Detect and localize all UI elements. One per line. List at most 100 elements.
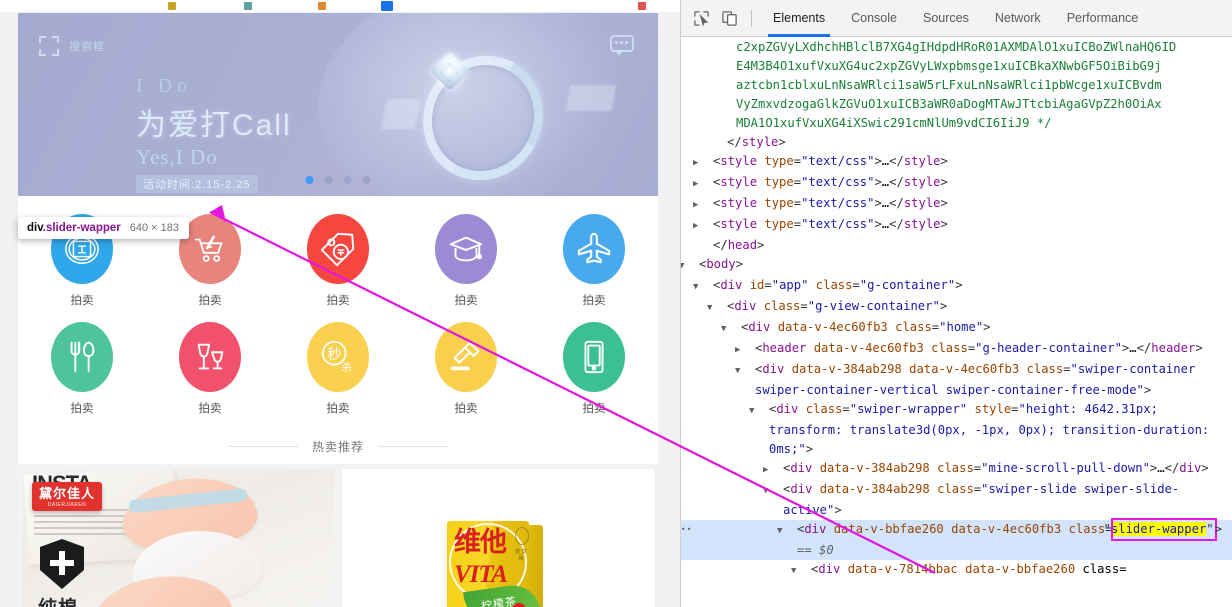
search-box[interactable]: 搜索框 [39,36,105,56]
graduation-cap-icon [435,214,497,284]
banner-title-bottom: Yes,I Do [136,145,218,169]
tab-network[interactable]: Network [982,0,1054,37]
toolbar-separator [751,9,752,27]
nav-item-auction[interactable]: 拍卖 [402,314,530,422]
bookmark-favicon[interactable] [638,2,646,10]
banner-slider[interactable]: 搜索框 I Do 为爱打Call Yes,I Do 活动时间:2.15-2.25 [18,13,658,196]
twisty-expanded-icon[interactable]: ▼ [749,402,769,421]
brand-badge-subtext: DAIERJIAREN [47,502,87,508]
banner-title-top: I Do [136,75,193,97]
twisty-collapsed-icon[interactable]: ▶ [693,217,713,236]
dom-node[interactable]: ▼ <div class="g-view-container"> [681,297,1232,318]
section-header-hot-sale: 热卖推荐 [18,428,658,464]
coupon-icon [307,214,369,284]
carousel-dot[interactable] [324,176,333,184]
dom-node[interactable]: ▼ <div data-v-384ab298 data-v-4ec60fb3 cl… [681,360,1232,400]
carousel-dot[interactable] [362,176,371,184]
svg-text:秒: 秒 [327,346,341,363]
bookmark-favicon[interactable] [244,2,252,10]
tab-console[interactable]: Console [838,0,910,37]
page-viewport: 搜索框 I Do 为爱打Call Yes,I Do 活动时间:2.15-2.25 [0,12,680,607]
devtools-toolbar: Elements Console Sources Network Perform… [681,0,1232,37]
dom-node[interactable]: </style> [681,133,1232,152]
product-brand-cn: 维他 [454,527,507,557]
bookmark-favicon[interactable] [318,2,326,10]
dom-node[interactable]: ▼ <div data-v-384ab298 class="swiper-slid… [681,480,1232,520]
nav-item-label: 拍卖 [454,295,478,307]
dom-node[interactable]: ▶ <style type="text/css">…</style> [681,194,1232,215]
dom-node[interactable]: ▼ <div data-v-4ec60fb3 class="home"> [681,318,1232,339]
nav-item-drinks[interactable]: 拍卖 [146,314,274,422]
brand-badge-text: 黛尔佳人 [39,486,96,501]
css-source-line: MDA1O1xufVxuXG4iXSwic291cmNlUm9vdCI6IiJ9… [736,116,1052,130]
twisty-expanded-icon[interactable]: ▼ [735,362,755,381]
message-bubble-icon[interactable] [610,35,634,56]
nav-item-education[interactable]: 拍卖 [402,206,530,314]
twisty-expanded-icon[interactable]: ▼ [707,299,727,318]
scan-frame-icon[interactable] [39,36,59,56]
carousel-dot[interactable] [343,176,352,184]
nav-item-flash-sale[interactable]: 秒 杀 拍卖 [274,314,402,422]
twisty-expanded-icon[interactable]: ▼ [721,320,741,339]
flash-sale-icon: 秒 杀 [307,322,369,392]
nav-item-food[interactable]: 拍卖 [18,314,146,422]
product-card[interactable]: INSTA 黛尔佳人 DAIERJIAREN 纯棉 无荧光剂 [22,469,334,607]
twisty-expanded-icon[interactable]: ▼ [693,278,713,297]
css-source-line: E4M3B4O1xufVxuXG4uc2xpZGVyLWxpbmsge1xuIC… [736,59,1162,73]
inspector-tooltip-dimensions: 640 × 183 [129,222,179,234]
dom-node[interactable]: ▼ <div class="swiper-wrapper" style="heig… [681,400,1232,459]
twisty-expanded-icon[interactable]: ▼ [777,522,797,541]
dom-node[interactable]: ▼ <div data-v-7814bbac data-v-bbfae260 cl… [681,560,1232,581]
twisty-collapsed-icon[interactable]: ▶ [693,154,713,173]
dom-node[interactable]: </head> [681,236,1232,255]
twisty-expanded-icon[interactable]: ▼ [763,482,783,501]
twisty-expanded-icon[interactable]: ▼ [681,257,699,276]
nav-item-label: 拍卖 [326,403,350,415]
nav-item-label: 拍卖 [582,295,606,307]
dom-node[interactable]: ▶ <style type="text/css">…</style> [681,152,1232,173]
dom-node[interactable]: ▶ <header data-v-4ec60fb3 class="g-header… [681,339,1232,360]
dom-node[interactable]: ▶ <style type="text/css">…</style> [681,173,1232,194]
elements-tree[interactable]: c2xpZGVyLXdhchHBlclB7XG4gIHdpdHRoR01AXMD… [681,37,1232,607]
product-caption: 纯棉 无荧光剂 [38,593,78,607]
airplane-icon [563,214,625,284]
carousel-dot[interactable] [305,176,314,184]
dom-node-selected[interactable]: ▼ <div data-v-bbfae260 data-v-4ec60fb3 cl… [681,518,1232,560]
more-options-ellipsis[interactable]: ••• [681,520,692,539]
dom-tree[interactable]: </style> ▶ <style type="text/css">…</style… [681,133,1232,581]
wine-glass-icon [179,322,241,392]
inspector-tooltip: div.slider-wapper 640 × 183 [18,217,189,239]
css-source-line: c2xpZGVyLXdhchHBlclB7XG4gIHdpdHRoR01AXMD… [736,40,1177,54]
dom-node[interactable]: ▼ <body> [681,255,1232,276]
svg-text:杀: 杀 [341,360,351,373]
nav-item-travel[interactable]: 拍卖 [530,206,658,314]
product-grid: INSTA 黛尔佳人 DAIERJIAREN 纯棉 无荧光剂 [18,469,658,607]
device-toolbar-icon[interactable] [715,4,743,32]
dom-node[interactable]: ▶ <div data-v-384ab298 class="mine-scroll… [681,459,1232,480]
dom-node[interactable]: ▶ <style type="text/css">…</style> [681,215,1232,236]
nav-item-coupon[interactable]: 拍卖 [274,206,402,314]
bookmark-favicon[interactable] [381,1,393,11]
nav-item-mobile[interactable]: 拍卖 [530,314,658,422]
twisty-collapsed-icon[interactable]: ▶ [693,196,713,215]
bookmark-favicon[interactable] [168,2,176,10]
divider-line [378,446,448,447]
carousel-dots[interactable] [305,176,371,184]
diamond-ring-image [376,35,617,196]
gavel-icon [435,322,497,392]
devtools-panel: Elements Console Sources Network Perform… [680,0,1232,607]
twisty-collapsed-icon[interactable]: ▶ [763,461,783,480]
twisty-expanded-icon[interactable]: ▼ [791,562,811,581]
tab-elements[interactable]: Elements [760,0,838,37]
css-source-line: VyZmxvdzogaGlkZGVuO1xuICB3aWR0aDogMTAwJT… [736,97,1162,111]
inspect-element-icon[interactable] [687,4,715,32]
css-source-line: aztcbn1cblxuLnNsaWRlci1saW5rLFxuLnNsaWRl… [736,78,1162,92]
dom-node[interactable]: ▼ <div id="app" class="g-container"> [681,276,1232,297]
tab-performance[interactable]: Performance [1054,0,1152,37]
tab-sources[interactable]: Sources [910,0,982,37]
twisty-collapsed-icon[interactable]: ▶ [735,341,755,360]
leaf-text: 柠檬茶 [480,595,518,607]
section-title: 热卖推荐 [311,440,364,454]
twisty-collapsed-icon[interactable]: ▶ [693,175,713,194]
product-card[interactable]: 维他 VITA 柠檬茶 茶 饮 品 真系唔同 [342,469,654,607]
